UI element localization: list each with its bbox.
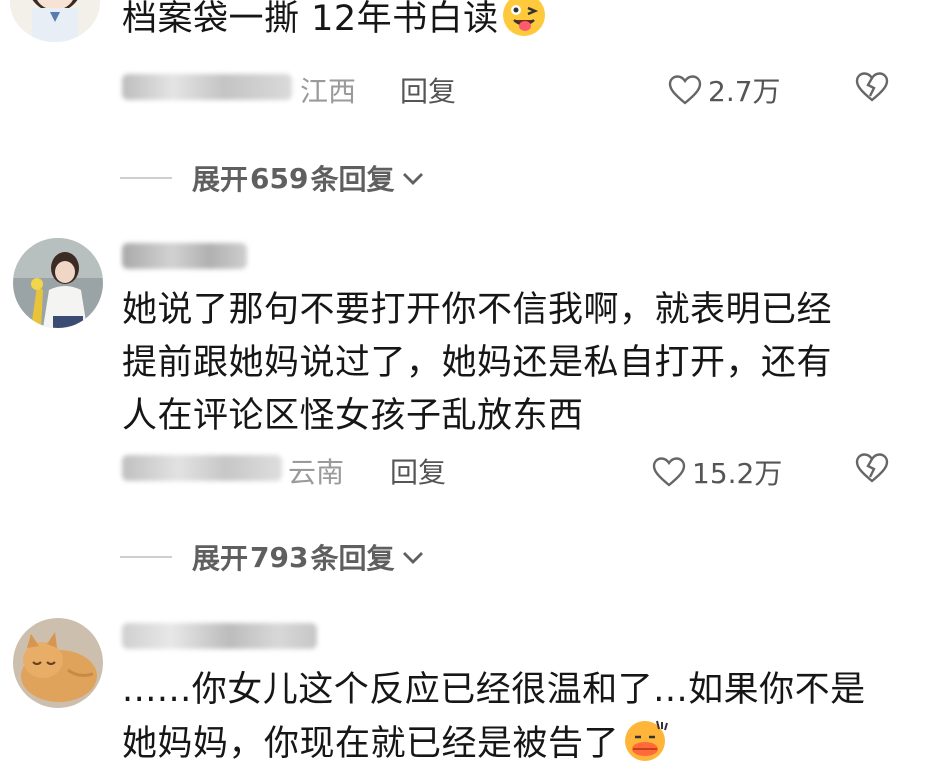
reply-count: 659 [250,161,309,195]
comment-text: ......你女儿这个反应已经很温和了...如果你不是她妈妈，你现在就已经是被告… [122,664,882,779]
heart-icon [652,457,686,487]
divider-line [120,556,172,558]
comment-text: 她说了那句不要打开你不信我啊，就表明已经提前跟她妈说过了，她妈还是私自打开，还有… [122,290,833,436]
like-button[interactable]: 2.7万 [668,70,781,110]
expand-prefix: 展开 [192,163,249,196]
avatar[interactable] [13,238,103,328]
broken-heart-icon [855,72,889,102]
dislike-button[interactable] [855,453,889,487]
avatar[interactable] [10,0,100,42]
comment-text: 档案袋一撕 12年书白读 [122,0,882,54]
username-redacted [122,455,282,481]
like-count: 2.7万 [708,75,781,108]
dislike-button[interactable] [855,72,889,106]
comment-location: 江西 [300,75,357,108]
expand-suffix: 条回复 [310,542,395,575]
expand-replies-button[interactable]: 展开 659 条回复 [120,158,426,198]
expand-replies-button[interactable]: 展开 793 条回复 [120,537,426,577]
divider-line [120,177,172,179]
heart-icon [668,75,702,105]
username-redacted [122,243,247,269]
speechless-duck-lips-emoji-icon [621,717,671,779]
chevron-down-icon [403,552,424,564]
like-button[interactable]: 15.2万 [652,452,782,492]
broken-heart-icon [855,453,889,483]
reply-button[interactable]: 回复 [390,451,446,491]
avatar[interactable] [13,618,103,708]
username-redacted [122,623,317,649]
expand-prefix: 展开 [192,542,249,575]
reply-count: 793 [250,540,309,574]
reply-button[interactable]: 回复 [400,70,456,110]
username-redacted [122,74,292,100]
winking-tongue-emoji-icon [501,0,547,54]
like-count: 15.2万 [692,457,783,490]
expand-suffix: 条回复 [310,163,395,196]
chevron-down-icon [403,173,424,185]
comment-location: 云南 [288,456,345,489]
